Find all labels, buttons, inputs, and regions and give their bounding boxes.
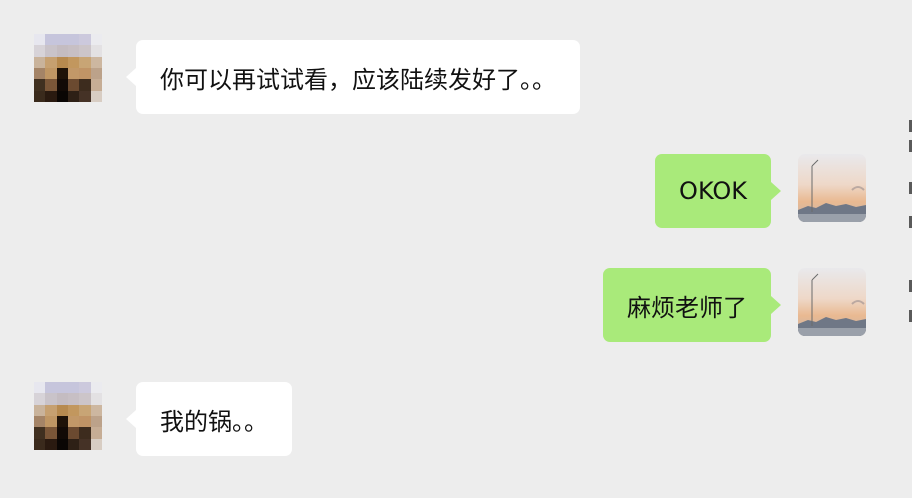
chat-message-list[interactable]: 你可以再试试看，应该陆续发好了。。 OKOK 麻烦老师了 我的锅。。: [0, 0, 912, 498]
message-text: OKOK: [679, 177, 747, 205]
message-row-outgoing: 麻烦老师了: [0, 267, 912, 347]
bubble-tail: [771, 182, 781, 200]
message-row-outgoing: OKOK: [0, 153, 912, 233]
sunset-photo-icon: [798, 268, 866, 336]
sunset-avatar-icon[interactable]: [798, 268, 866, 336]
pixelated-avatar-icon[interactable]: [34, 34, 102, 102]
message-bubble-outgoing[interactable]: OKOK: [655, 154, 781, 228]
message-bubble-incoming[interactable]: 你可以再试试看，应该陆续发好了。。: [126, 40, 580, 114]
bubble-tail: [126, 68, 136, 86]
message-bubble-incoming[interactable]: 我的锅。。: [126, 382, 292, 456]
message-row-incoming: 你可以再试试看，应该陆续发好了。。: [0, 34, 912, 114]
message-text: 麻烦老师了: [627, 293, 747, 322]
pixelated-avatar-icon[interactable]: [34, 382, 102, 450]
bubble-tail: [126, 410, 136, 428]
message-text: 你可以再试试看，应该陆续发好了。。: [160, 65, 556, 94]
message-bubble-outgoing[interactable]: 麻烦老师了: [603, 268, 781, 342]
bubble-tail: [771, 296, 781, 314]
sunset-avatar-icon[interactable]: [798, 154, 866, 222]
message-row-incoming: 我的锅。。: [0, 382, 912, 462]
sunset-photo-icon: [798, 154, 866, 222]
message-text: 我的锅。。: [160, 407, 268, 436]
